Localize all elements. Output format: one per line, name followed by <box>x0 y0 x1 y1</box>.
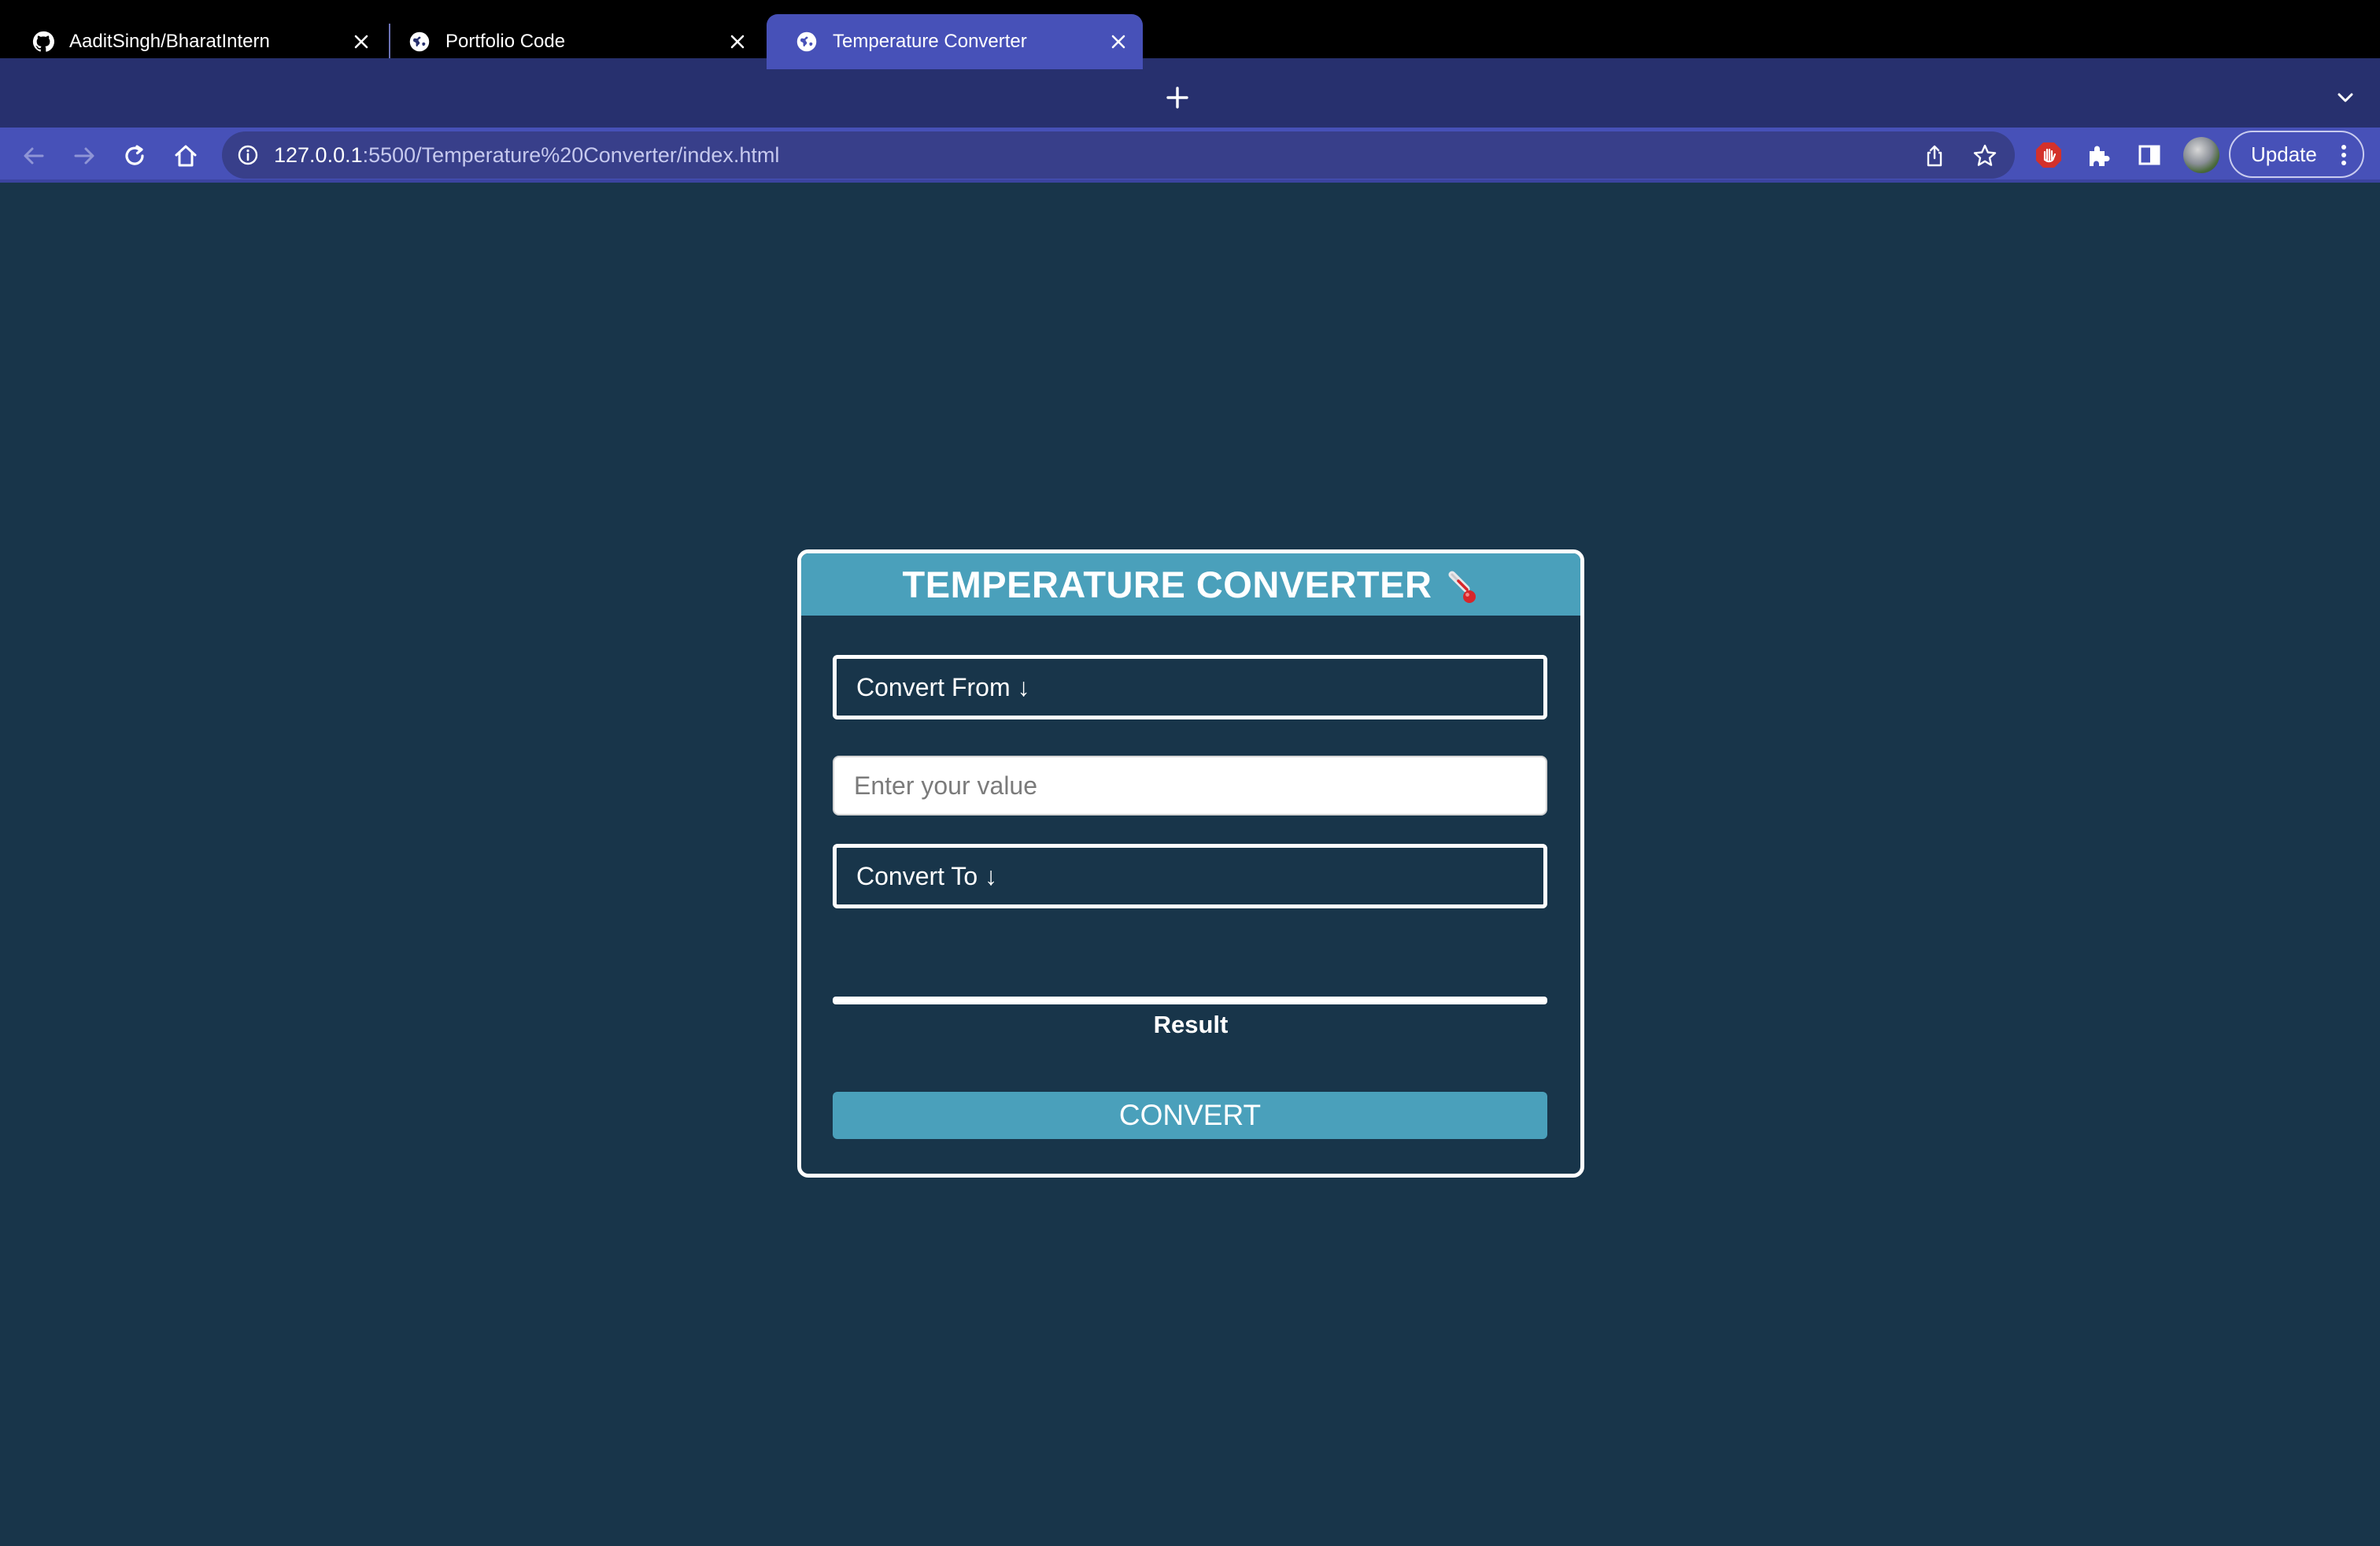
globe-icon <box>408 30 431 54</box>
kebab-menu-icon[interactable] <box>2336 142 2352 168</box>
globe-icon <box>795 30 819 54</box>
url-text[interactable]: 127.0.0.1:5500/Temperature%20Converter/i… <box>274 140 779 170</box>
convert-button[interactable]: CONVERT <box>833 1092 1547 1139</box>
github-icon <box>31 30 55 54</box>
thermometer-icon <box>1443 570 1479 606</box>
share-icon[interactable] <box>1917 139 1952 173</box>
forward-arrow-icon[interactable] <box>67 139 102 173</box>
update-button[interactable]: Update <box>2229 131 2364 178</box>
convert-to-select[interactable]: Convert To ↓ <box>833 844 1547 908</box>
tab-search-chevron-icon[interactable] <box>2330 82 2361 113</box>
stop-hand-extension-icon[interactable] <box>2031 137 2067 173</box>
url-path: :5500/Temperature%20Converter/index.html <box>362 143 780 167</box>
tab-label: AaditSingh/BharatIntern <box>69 31 270 52</box>
convert-to-label: Convert To ↓ <box>856 861 998 890</box>
profile-avatar[interactable] <box>2183 137 2219 173</box>
bookmark-star-icon[interactable] <box>1968 139 2002 173</box>
update-label: Update <box>2251 142 2317 166</box>
result-label: Result <box>1153 1011 1229 1038</box>
tab-github[interactable]: AaditSingh/BharatIntern <box>3 14 386 69</box>
tab-temperature-converter[interactable]: Temperature Converter <box>767 14 1143 69</box>
card-header: TEMPERATURE CONVERTER <box>801 553 1580 616</box>
tab-label: Portfolio Code <box>445 31 566 52</box>
tab-portfolio-code[interactable]: Portfolio Code <box>379 14 762 69</box>
value-input[interactable] <box>833 756 1547 816</box>
new-tab-plus-icon[interactable] <box>1162 82 1193 113</box>
url-host: 127.0.0.1 <box>274 143 363 167</box>
converter-card: TEMPERATURE CONVERTER Convert From ↓ Con… <box>797 549 1584 1178</box>
toolbar-divider <box>0 179 2380 183</box>
page-title: TEMPERATURE CONVERTER <box>903 563 1480 606</box>
convert-from-label: Convert From ↓ <box>856 672 1030 701</box>
home-icon[interactable] <box>168 139 203 173</box>
close-icon[interactable] <box>726 30 749 54</box>
page-title-text: TEMPERATURE CONVERTER <box>902 564 1432 605</box>
reload-icon[interactable] <box>117 139 152 173</box>
convert-from-select[interactable]: Convert From ↓ <box>833 655 1547 719</box>
site-info-icon[interactable] <box>233 140 263 170</box>
back-arrow-icon[interactable] <box>17 139 51 173</box>
close-icon[interactable] <box>349 30 373 54</box>
side-panel-icon[interactable] <box>2131 137 2168 173</box>
close-icon[interactable] <box>1107 30 1130 54</box>
tab-label: Temperature Converter <box>833 31 1027 52</box>
extensions-puzzle-icon[interactable] <box>2081 137 2117 173</box>
result-divider <box>833 997 1547 1004</box>
